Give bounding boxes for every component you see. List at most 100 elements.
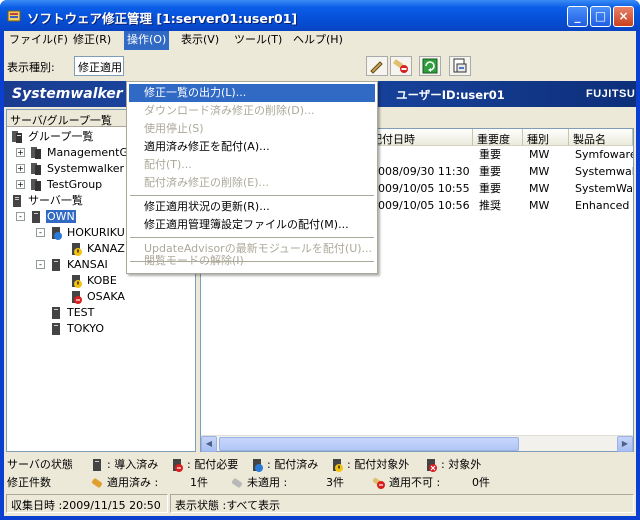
title-bar[interactable]: ソフトウェア修正管理 [1:server01:user01] _ □ ×	[0, 0, 640, 31]
menu-fix[interactable]: 修正(R)	[70, 31, 114, 50]
menu-help[interactable]: ヘルプ(H)	[290, 31, 346, 50]
tree-group-systemwalker[interactable]: Systemwalker	[29, 161, 125, 177]
server-status-label: サーバの状態	[7, 458, 73, 471]
close-button[interactable]: ×	[613, 6, 634, 27]
maximize-button[interactable]: □	[590, 6, 611, 27]
menu-item-distribute-settings[interactable]: 修正適用管理簿設定ファイルの配付(M)...	[129, 216, 375, 234]
collapse-icon[interactable]: -	[16, 212, 25, 221]
menu-item-stop-use[interactable]: 使用停止(S)	[129, 120, 375, 138]
cell-date: 2008/09/30 11:30	[371, 165, 470, 178]
legend-applied: 適用済み :	[90, 474, 158, 492]
cell-importance: 重要	[479, 182, 501, 195]
expand-icon[interactable]: +	[16, 148, 25, 157]
menu-item-distribute-applied[interactable]: 適用済み修正を配付(A)...	[129, 138, 375, 156]
column-header-importance[interactable]: 重要度	[473, 129, 523, 146]
server-error-icon	[72, 291, 82, 304]
tree-label: OSAKA	[87, 290, 125, 303]
tree-node-osaka[interactable]: OSAKA	[69, 289, 126, 305]
cell-date: 2009/10/05 10:55	[371, 182, 470, 195]
applied-count: 1件	[190, 476, 208, 489]
pencil-icon[interactable]	[366, 56, 388, 76]
tree-node-hokuriku[interactable]: HOKURIKU	[49, 225, 126, 241]
menu-bar: ファイル(F) 修正(R) 操作(O) 表示(V) ツール(T) ヘルプ(H)	[4, 31, 636, 51]
legend-text: 適用済み :	[107, 476, 159, 489]
menu-item-release-view-mode[interactable]: 閲覧モードの解除(I)	[129, 252, 375, 270]
operation-menu-dropdown: 修正一覧の出力(L)... ダウンロード済み修正の削除(D)... 使用停止(S…	[126, 81, 378, 274]
menu-separator	[130, 237, 374, 238]
tree-label: KOBE	[87, 274, 117, 287]
tree-label: OWN	[46, 210, 76, 223]
tree-node-own[interactable]: OWN	[29, 209, 76, 225]
tree-node-kansai[interactable]: KANSAI	[49, 257, 109, 273]
expand-icon[interactable]: +	[16, 164, 25, 173]
legend-target: : 対象外	[424, 456, 481, 474]
display-type-select[interactable]: 修正適用	[74, 56, 124, 76]
cell-importance: 重要	[479, 148, 501, 161]
server-distributed-icon	[253, 459, 263, 472]
tree-label: Systemwalker	[47, 162, 125, 175]
server-icon	[52, 259, 60, 271]
refresh-icon[interactable]	[419, 56, 441, 76]
tree-group-testgroup[interactable]: TestGroup	[29, 177, 103, 193]
tree-node-tokyo[interactable]: TOKYO	[49, 321, 105, 337]
legend-text: : 配付必要	[187, 458, 239, 471]
not-applicable-icon[interactable]	[390, 56, 412, 76]
tree-node-kobe[interactable]: KOBE	[69, 273, 118, 289]
group-icon	[31, 163, 41, 175]
collection-time: 収集日時 :2009/11/15 20:50	[6, 494, 168, 513]
legend-distribution-required: : 配付必要	[170, 456, 238, 474]
server-warning-icon	[72, 275, 82, 288]
legend-installed: : 導入済み	[90, 456, 158, 474]
fujitsu-logo: FUJITSU	[586, 88, 636, 100]
menu-item-delete-downloaded[interactable]: ダウンロード済み修正の削除(D)...	[129, 102, 375, 120]
tree-label: TEST	[67, 306, 95, 319]
column-header-type[interactable]: 種別	[523, 129, 569, 146]
menu-tools[interactable]: ツール(T)	[231, 31, 285, 50]
cell-product: Systemwalk	[575, 165, 633, 178]
scroll-thumb[interactable]	[219, 437, 519, 451]
tree-server-list[interactable]: サーバ一覧	[10, 193, 84, 209]
server-icon	[13, 195, 21, 207]
legend-text: 未適用 :	[247, 476, 288, 489]
tree-label: ManagementGr	[47, 146, 133, 159]
collapse-icon[interactable]: -	[36, 260, 45, 269]
tree-label: HOKURIKU	[67, 226, 125, 239]
cell-importance: 重要	[479, 165, 501, 178]
menu-view[interactable]: 表示(V)	[178, 31, 222, 50]
client-area: ファイル(F) 修正(R) 操作(O) 表示(V) ツール(T) ヘルプ(H) …	[4, 31, 636, 516]
menu-item-update-status[interactable]: 修正適用状況の更新(R)...	[129, 198, 375, 216]
menu-item-distribute[interactable]: 配付(T)...	[129, 156, 375, 174]
menu-operation[interactable]: 操作(O)	[124, 31, 170, 50]
tree-group-managementgr[interactable]: ManagementGr	[29, 145, 134, 161]
menu-item-export-fix-list[interactable]: 修正一覧の出力(L)...	[129, 84, 375, 102]
systemwalker-logo: Systemwalker	[12, 86, 123, 102]
fix-count-label: 修正件数	[7, 476, 51, 489]
menu-separator	[130, 195, 374, 196]
legend-unapplied: 未適用 :	[230, 474, 287, 492]
collapse-icon[interactable]: -	[36, 228, 45, 237]
menu-file[interactable]: ファイル(F)	[6, 31, 71, 50]
cell-date	[367, 146, 473, 163]
column-header-product[interactable]: 製品名	[569, 129, 633, 146]
group-icon	[31, 179, 41, 191]
unapplied-count: 3件	[326, 476, 344, 489]
scroll-right-icon[interactable]: ▶	[617, 436, 633, 452]
tree-node-test[interactable]: TEST	[49, 305, 95, 321]
legend-distributed: : 配付済み	[250, 456, 318, 474]
minimize-button[interactable]: _	[567, 6, 588, 27]
server-icon	[32, 211, 40, 223]
expand-icon[interactable]: +	[16, 180, 25, 189]
export-icon[interactable]	[449, 56, 471, 76]
horizontal-scrollbar[interactable]: ◀ ▶	[201, 435, 633, 452]
scroll-left-icon[interactable]: ◀	[201, 436, 217, 452]
tree-label: KANAZ	[87, 242, 125, 255]
legend-distribution-target: : 配付対象外	[330, 456, 409, 474]
legend-text: : 配付対象外	[347, 458, 410, 471]
app-icon	[7, 10, 21, 22]
server-icon	[52, 307, 60, 319]
tree-group-list[interactable]: グループ一覧	[10, 129, 94, 145]
menu-item-delete-distributed[interactable]: 配付済み修正の削除(E)...	[129, 174, 375, 192]
not-applicable-icon	[372, 477, 385, 489]
tree-node-kanaz[interactable]: KANAZ	[69, 241, 126, 257]
tree-label: TestGroup	[47, 178, 103, 191]
